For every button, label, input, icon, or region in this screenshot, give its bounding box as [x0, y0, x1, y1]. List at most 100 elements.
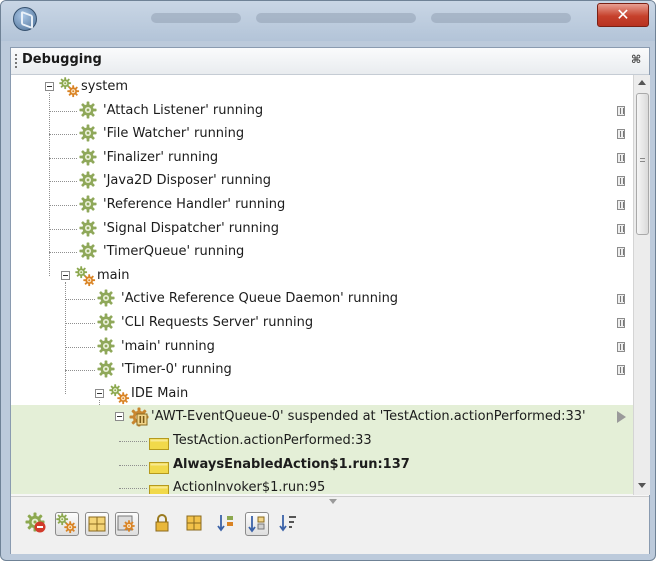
- tree-row[interactable]: ActionInvoker$1.run:95: [11, 476, 633, 494]
- gear-icon: [79, 195, 97, 217]
- collapse-toggle-icon[interactable]: [95, 388, 104, 398]
- tree-row[interactable]: 'Signal Dispatcher' running: [11, 217, 633, 241]
- pause-thread-icon[interactable]: [617, 341, 625, 352]
- sort-suspend-button[interactable]: [245, 512, 269, 536]
- show-thread-groups-icon: [56, 513, 78, 539]
- show-suspend-table-button[interactable]: [85, 512, 109, 536]
- gear-icon: [97, 289, 115, 311]
- tree-row-label: 'Signal Dispatcher' running: [103, 220, 279, 236]
- pause-thread-icon[interactable]: [617, 223, 625, 234]
- tree-row[interactable]: 'Active Reference Queue Daemon' running: [11, 287, 633, 311]
- gear-icon: [79, 171, 97, 193]
- tree-connector: [65, 323, 95, 324]
- tree-row[interactable]: system: [11, 75, 633, 99]
- tree-row-label: 'File Watcher' running: [103, 126, 245, 142]
- tree-row[interactable]: IDE Main: [11, 382, 633, 406]
- sort-alphabetic-icon: [215, 512, 237, 538]
- tree-row[interactable]: 'Timer-0' running: [11, 358, 633, 382]
- collapse-toggle-icon[interactable]: [115, 412, 124, 422]
- tree-row[interactable]: 'Java2D Disposer' running: [11, 169, 633, 193]
- tree-row-label: TestAction.actionPerformed:33: [173, 433, 372, 448]
- tree-connector: [49, 181, 77, 183]
- debugging-toolbar: [11, 496, 649, 554]
- tree-row-label: 'Attach Listener' running: [103, 102, 264, 118]
- scroll-up-arrow-icon[interactable]: [638, 80, 646, 85]
- tree-row[interactable]: 'main' running: [11, 335, 633, 359]
- call-stack-frame-icon: [149, 435, 169, 454]
- sort-alphabetic-button[interactable]: [215, 512, 239, 536]
- window-close-button[interactable]: ✕: [597, 3, 649, 27]
- panel-header: Debugging ⌘: [11, 48, 649, 75]
- pause-thread-icon[interactable]: [617, 318, 625, 328]
- thread-tree[interactable]: system 'Attach Listener' running 'File Wat…: [11, 75, 633, 494]
- tree-row[interactable]: 'Reference Handler' running: [11, 193, 633, 217]
- tree-row-label: AlwaysEnabledAction$1.run:137: [173, 456, 410, 472]
- tree-row[interactable]: 'TimerQueue' running: [11, 240, 633, 264]
- stop-thread-icon: [25, 512, 47, 538]
- tree-row-label: IDE Main: [131, 385, 189, 401]
- tree-row[interactable]: 'File Watcher' running: [11, 122, 633, 146]
- tree-row-label: ActionInvoker$1.run:95: [173, 480, 326, 494]
- drag-grip-icon[interactable]: [15, 54, 17, 68]
- scrollbar-thumb[interactable]: [636, 93, 649, 235]
- pause-thread-icon[interactable]: [617, 200, 625, 210]
- resize-grip-icon[interactable]: [329, 499, 337, 504]
- tree-row[interactable]: TestAction.actionPerformed:33: [11, 429, 633, 453]
- collapse-toggle-icon[interactable]: [61, 270, 70, 280]
- monitors-button[interactable]: [183, 512, 207, 536]
- tree-connector: [65, 299, 95, 301]
- tree-connector: [49, 228, 77, 230]
- pause-thread-icon[interactable]: [617, 365, 625, 376]
- tree-row[interactable]: AlwaysEnabledAction$1.run:137: [11, 452, 633, 477]
- pause-thread-icon[interactable]: [617, 105, 625, 116]
- tree-connector: [49, 134, 77, 136]
- tree-connector: [49, 205, 77, 206]
- monitors-icon: [183, 512, 205, 538]
- tree-row[interactable]: main: [11, 264, 633, 288]
- pause-thread-icon[interactable]: [617, 176, 625, 187]
- panel-close-icon[interactable]: ⌘: [631, 53, 641, 66]
- gear-icon: [97, 313, 115, 335]
- tree-connector: [65, 370, 95, 372]
- tree-row[interactable]: 'Finalizer' running: [11, 146, 633, 170]
- show-thread-groups-button[interactable]: [55, 512, 79, 536]
- show-system-threads-icon: [116, 513, 138, 539]
- gear-icon: [79, 219, 97, 241]
- app-icon: [13, 7, 37, 31]
- blurred-title-segment: [256, 13, 416, 23]
- tree-row-label: 'TimerQueue' running: [103, 244, 245, 260]
- gear-icon: [79, 242, 97, 264]
- tree-row[interactable]: 'Attach Listener' running: [11, 99, 633, 123]
- collapse-toggle-icon[interactable]: [45, 82, 54, 91]
- tree-row[interactable]: 'AWT-EventQueue-0' suspended at 'TestAct…: [11, 405, 633, 429]
- gear-icon: [97, 360, 115, 382]
- tree-connector: [119, 488, 147, 490]
- tree-row[interactable]: 'CLI Requests Server' running: [11, 311, 633, 335]
- show-system-threads-button[interactable]: [115, 512, 139, 536]
- tree-row-label: 'Finalizer' running: [103, 149, 219, 165]
- tree-connector: [49, 157, 77, 159]
- call-stack-frame-icon: [149, 482, 169, 494]
- gear-icon: [79, 124, 97, 146]
- window-titlebar[interactable]: ✕: [1, 1, 655, 41]
- scroll-down-arrow-icon[interactable]: [638, 483, 646, 488]
- pause-thread-icon[interactable]: [617, 152, 625, 163]
- tree-connector: [49, 110, 77, 112]
- pause-thread-icon[interactable]: [617, 129, 625, 140]
- pause-thread-icon[interactable]: [617, 294, 625, 305]
- debugger-window: ✕ Debugging ⌘ system 'Attach Listener' ru…: [0, 0, 656, 561]
- vertical-scrollbar[interactable]: [633, 75, 650, 495]
- tree-row-label: 'CLI Requests Server' running: [121, 315, 314, 330]
- resume-thread-icon[interactable]: [617, 411, 626, 424]
- sort-natural-button[interactable]: [277, 512, 301, 536]
- lock-button[interactable]: [151, 512, 175, 536]
- tree-row-label: system: [81, 79, 128, 94]
- blurred-title-segment: [151, 13, 241, 23]
- suspended-thread-icon: [129, 407, 149, 431]
- tree-row-label: 'Reference Handler' running: [103, 197, 286, 212]
- tree-row-label: 'Timer-0' running: [121, 362, 232, 378]
- pause-thread-icon[interactable]: [617, 247, 625, 258]
- tree-row-label: 'Active Reference Queue Daemon' running: [121, 291, 399, 307]
- tree-row-label: main: [97, 267, 130, 283]
- stop-thread-button[interactable]: [25, 512, 49, 536]
